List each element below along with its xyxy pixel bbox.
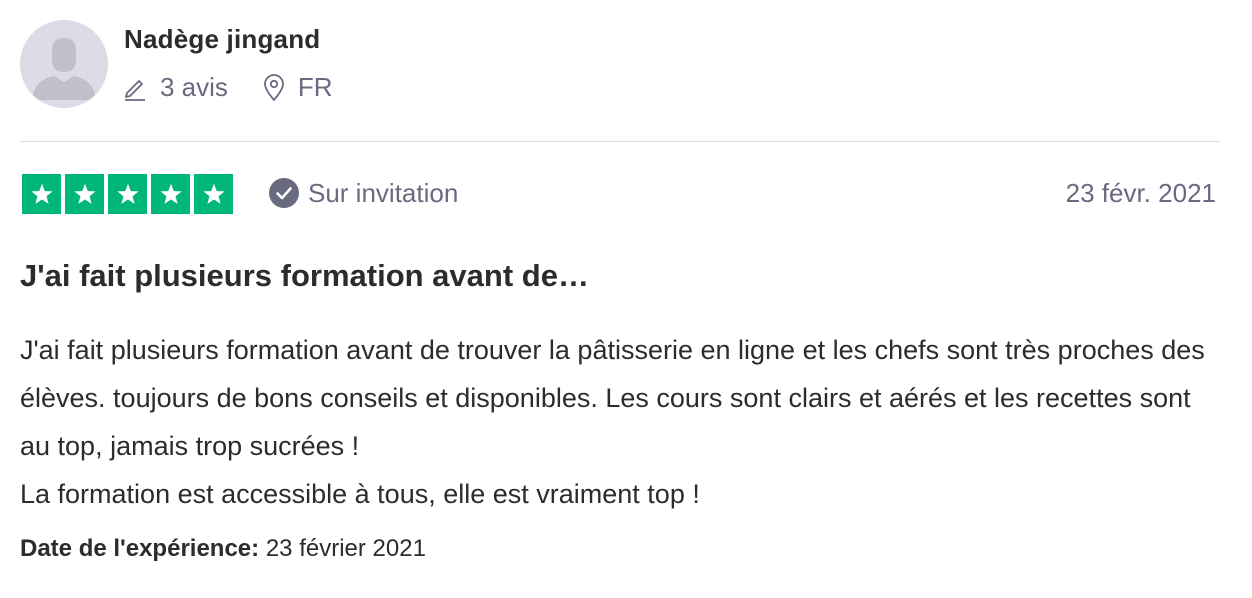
reviewer-name[interactable]: Nadège jingand <box>124 24 320 55</box>
experience-value: 23 février 2021 <box>265 535 426 562</box>
star-icon <box>151 174 190 214</box>
check-circle-icon <box>268 177 300 209</box>
review-date: 23 févr. 2021 <box>1065 178 1216 208</box>
location-pin-icon <box>262 73 286 102</box>
review-title[interactable]: J'ai fait plusieurs formation avant de… <box>20 258 589 294</box>
reviews-count: 3 avis <box>122 72 228 103</box>
country-label: FR <box>297 72 333 102</box>
star-icon <box>108 174 147 214</box>
reviewer-meta: 3 avis FR <box>122 72 333 103</box>
invitation-badge[interactable]: Sur invitation <box>268 177 458 209</box>
review-card: Nadège jingand 3 avis FR Sur invitation … <box>0 0 1252 598</box>
star-icon <box>194 174 233 214</box>
avatar[interactable] <box>20 20 108 108</box>
review-text: J'ai fait plusieurs formation avant de t… <box>20 335 1205 509</box>
experience-date: Date de l'expérience: 23 février 2021 <box>20 535 426 563</box>
user-silhouette-icon <box>20 20 108 108</box>
star-icon <box>22 174 61 214</box>
invitation-label: Sur invitation <box>308 177 459 208</box>
star-rating <box>22 174 233 214</box>
star-icon <box>65 174 104 214</box>
pencil-icon <box>122 75 148 101</box>
reviews-count-label: 3 avis <box>160 72 228 102</box>
reviewer-country: FR <box>262 72 333 103</box>
experience-label: Date de l'expérience: <box>20 535 260 562</box>
divider <box>20 141 1220 142</box>
